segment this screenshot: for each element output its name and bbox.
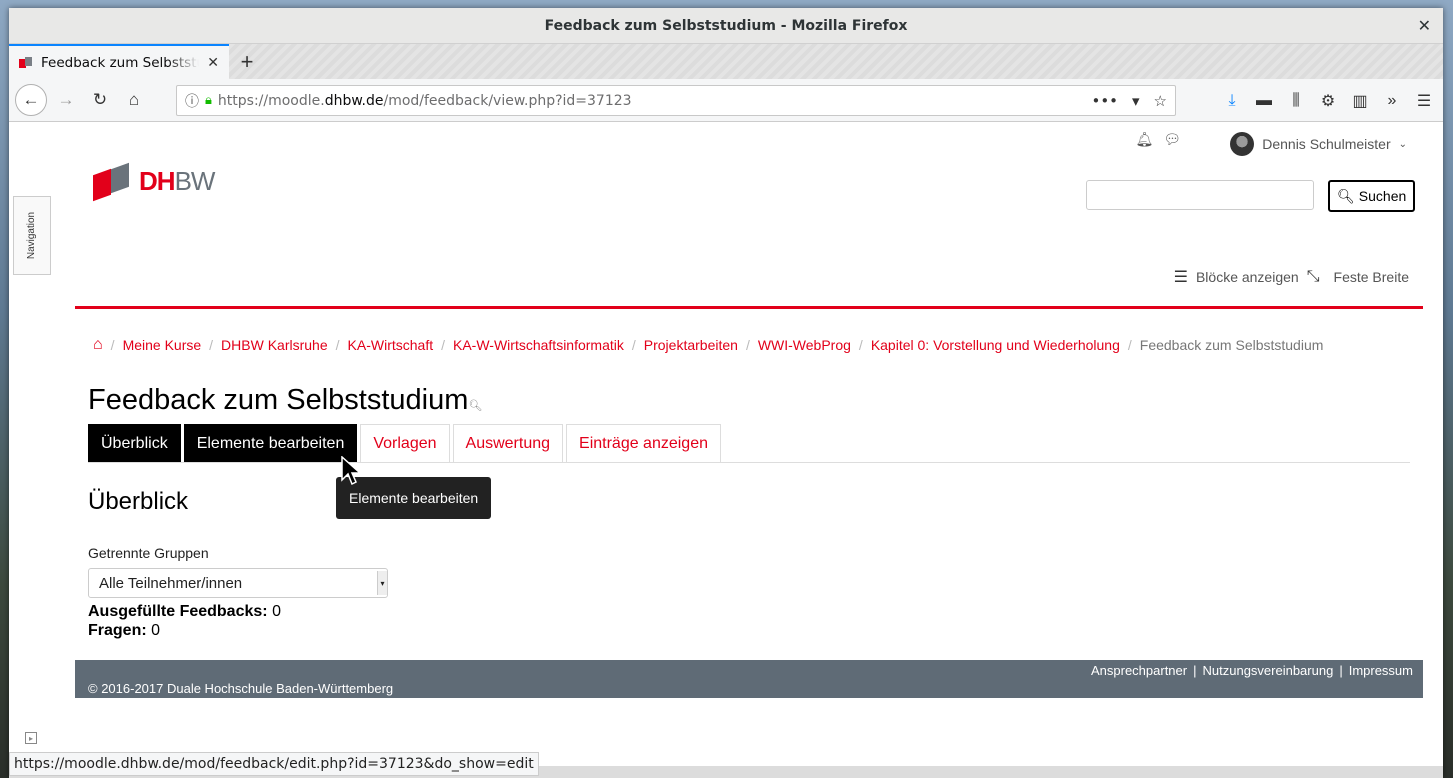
messages-icon[interactable]: 💬︎ xyxy=(1163,131,1181,148)
library-icon[interactable]: ⫼ xyxy=(1285,92,1307,110)
section-title: Überblick xyxy=(88,488,189,515)
close-tab-icon[interactable]: ✕ xyxy=(207,54,219,71)
breadcrumb-item[interactable]: WWI-WebProg xyxy=(758,337,851,353)
window-title: Feedback zum Selbststudium - Mozilla Fir… xyxy=(544,17,908,34)
pocket-icon[interactable]: ▾ xyxy=(1132,92,1140,110)
extension-icon[interactable]: ⚙ xyxy=(1317,91,1339,111)
toolbar-right: ⤓ ▬ ⫼ ⚙ ▥ » ☰ xyxy=(1221,85,1435,116)
home-button[interactable]: ⌂ xyxy=(119,85,149,115)
close-window-icon[interactable]: ✕ xyxy=(1418,16,1431,35)
tab-templates[interactable]: Vorlagen xyxy=(360,424,450,462)
notifications: 🔔︎ 💬︎ xyxy=(1135,131,1181,148)
header-divider xyxy=(75,306,1423,309)
url-bar[interactable]: ⓘ 🔒︎ https://moodle.dhbw.de/mod/feedback… xyxy=(176,85,1176,116)
questions-stat: Fragen: 0 xyxy=(88,622,161,639)
docked-block-icon[interactable]: ▸ xyxy=(25,732,37,744)
chevron-down-icon: ⌄ xyxy=(1398,138,1407,150)
footer-link-imprint[interactable]: Impressum xyxy=(1349,663,1413,678)
breadcrumb-current: Feedback zum Selbststudium xyxy=(1139,337,1324,353)
footer-link-contact[interactable]: Ansprechpartner xyxy=(1091,663,1187,678)
page-content: 🔔︎ 💬︎ Dennis Schulmeister ⌄ DHBW 🔍︎ Such… xyxy=(9,122,1443,778)
tab-edit-elements[interactable]: Elemente bearbeiten xyxy=(183,424,358,462)
search-icon: 🔍︎ xyxy=(468,400,483,412)
search-form: 🔍︎ Suchen xyxy=(1086,180,1416,212)
dropdown-arrow-icon: ▾ xyxy=(377,571,387,595)
groups-label: Getrennte Gruppen xyxy=(88,545,209,561)
browser-tab[interactable]: Feedback zum Selbststudium ✕ xyxy=(9,44,229,79)
breadcrumb-item[interactable]: Kapitel 0: Vorstellung und Wiederholung xyxy=(871,337,1120,353)
footer-link-terms[interactable]: Nutzungsvereinbarung xyxy=(1203,663,1334,678)
user-name: Dennis Schulmeister xyxy=(1262,136,1391,152)
compress-icon: ⤡ xyxy=(1306,268,1320,285)
tab-analysis[interactable]: Auswertung xyxy=(452,424,564,462)
breadcrumb-item[interactable]: Projektarbeiten xyxy=(644,337,738,353)
breadcrumb-item[interactable]: DHBW Karlsruhe xyxy=(221,337,328,353)
dhbw-logo-mark-icon xyxy=(93,162,133,202)
dhbw-logo[interactable]: DHBW xyxy=(93,162,215,202)
forward-button[interactable]: → xyxy=(51,85,81,115)
tab-overview[interactable]: Überblick xyxy=(88,424,181,462)
tab-show-entries[interactable]: Einträge anzeigen xyxy=(566,424,721,462)
sidebar-icon[interactable]: ▥ xyxy=(1349,91,1371,111)
search-icon: 🔍︎ xyxy=(1337,187,1355,204)
dhbw-favicon-icon xyxy=(19,56,33,70)
browser-tab-title: Feedback zum Selbststudium xyxy=(41,54,199,71)
overflow-icon[interactable]: » xyxy=(1381,92,1403,110)
status-bar-url: https://moodle.dhbw.de/mod/feedback/edit… xyxy=(9,752,539,776)
breadcrumb-item[interactable]: KA-Wirtschaft xyxy=(348,337,434,353)
bookmark-star-icon[interactable]: ☆ xyxy=(1154,92,1167,110)
window-titlebar: Feedback zum Selbststudium - Mozilla Fir… xyxy=(9,8,1443,44)
back-button[interactable]: ← xyxy=(15,84,47,116)
bell-icon[interactable]: 🔔︎ xyxy=(1135,131,1153,148)
user-menu[interactable]: Dennis Schulmeister ⌄ xyxy=(1230,132,1407,156)
browser-window: Feedback zum Selbststudium - Mozilla Fir… xyxy=(9,8,1443,778)
page-title: Feedback zum Selbststudium🔍︎ xyxy=(88,384,483,416)
page-actions-icon[interactable]: ••• xyxy=(1091,92,1118,110)
mouse-cursor-icon xyxy=(341,456,361,486)
lock-icon: 🔒︎ xyxy=(205,93,212,108)
menu-icon[interactable]: ☰ xyxy=(1413,91,1435,111)
info-icon[interactable]: ⓘ xyxy=(185,91,199,111)
breadcrumb-item[interactable]: KA-W-Wirtschaftsinformatik xyxy=(453,337,624,353)
reload-button[interactable]: ↻ xyxy=(85,85,115,115)
copyright: © 2016-2017 Duale Hochschule Baden-Württ… xyxy=(88,681,394,696)
fixed-width-link[interactable]: Feste Breite xyxy=(1334,269,1409,285)
downloads-icon[interactable]: ⤓ xyxy=(1221,92,1243,110)
show-blocks-link[interactable]: Blöcke anzeigen xyxy=(1196,269,1299,285)
new-tab-button[interactable]: + xyxy=(229,44,265,79)
groups-select[interactable]: Alle Teilnehmer/innen ▾ xyxy=(88,568,388,598)
home-icon[interactable]: ⌂ xyxy=(93,336,103,354)
navigation-drawer-toggle[interactable]: Navigation xyxy=(13,196,51,275)
search-input[interactable] xyxy=(1086,180,1314,210)
avatar xyxy=(1230,132,1255,156)
search-button[interactable]: 🔍︎ Suchen xyxy=(1328,180,1416,212)
layout-controls: ☰ Blöcke anzeigen ⤡ Feste Breite xyxy=(1174,267,1409,287)
tab-strip: Feedback zum Selbststudium ✕ + xyxy=(9,44,1443,79)
navigation-toolbar: ← → ↻ ⌂ ⓘ 🔒︎ https://moodle.dhbw.de/mod/… xyxy=(9,79,1443,122)
completed-stat: Ausgefüllte Feedbacks: 0 xyxy=(88,603,281,620)
list-icon: ☰ xyxy=(1173,269,1188,286)
synced-tabs-icon[interactable]: ▬ xyxy=(1253,92,1275,110)
url-text[interactable]: https://moodle.dhbw.de/mod/feedback/view… xyxy=(218,93,1086,109)
footer: Ansprechpartner | Nutzungsvereinbarung | I… xyxy=(75,660,1423,698)
feedback-tabs: Überblick Elemente bearbeiten Vorlagen A… xyxy=(88,424,1410,463)
breadcrumb: ⌂ / Meine Kurse / DHBW Karlsruhe / KA-Wirts… xyxy=(93,336,1324,354)
breadcrumb-item[interactable]: Meine Kurse xyxy=(123,337,202,353)
